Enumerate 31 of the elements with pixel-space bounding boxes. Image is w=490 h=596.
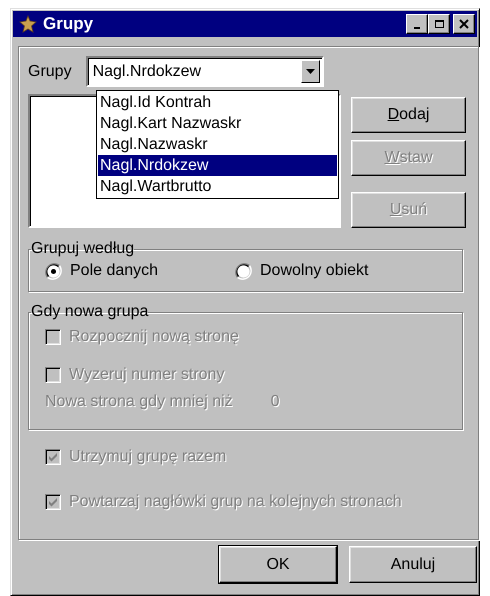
radio-button[interactable] [235,262,252,280]
minimize-button[interactable] [406,14,428,34]
dropdown-option[interactable]: Nagl.Wartbrutto [98,176,337,197]
add-button[interactable]: Dodaj [351,97,466,133]
combo-label: Grupy [28,62,72,80]
ok-button[interactable]: OK [219,546,337,583]
close-button[interactable] [453,14,475,34]
maximize-button[interactable] [428,14,450,34]
close-icon [458,18,470,30]
group-dropdown[interactable]: Nagl.Nrdokzew [86,56,324,87]
dropdown-option[interactable]: Nagl.Nazwaskr [98,134,337,155]
option-label: Utrzymuj grupę razem [69,448,226,466]
dropdown-option[interactable]: Nagl.Kart Nazwaskr [98,113,337,134]
minimize-icon [414,27,420,29]
radio-button[interactable] [45,262,62,280]
panel-title: Gdy nowa grupa [31,303,148,321]
threshold-label: Nowa strona gdy mniej niż [45,393,233,411]
star-icon [19,15,37,33]
dropdown-option[interactable]: Nagl.Id Kontrah [98,92,337,113]
option-label: Wyzeruj numer strony [69,366,224,384]
option-label: Rozpocznij nową stronę [69,328,239,346]
option-label: Powtarzaj nagłówki grup na kolejnych stronach [69,493,402,511]
dropdown-option[interactable]: Nagl.Nrdokzew [98,155,337,176]
maximize-icon [434,18,444,30]
cancel-button[interactable]: Anuluj [349,546,477,583]
option-label: Pole danych [70,262,158,280]
dropdown-arrow-button[interactable] [300,60,320,83]
window-title: Grupy [43,14,94,34]
panel-title: Grupuj według [31,240,134,258]
option-label: Dowolny obiekt [260,262,368,280]
caret-icon [306,69,315,74]
